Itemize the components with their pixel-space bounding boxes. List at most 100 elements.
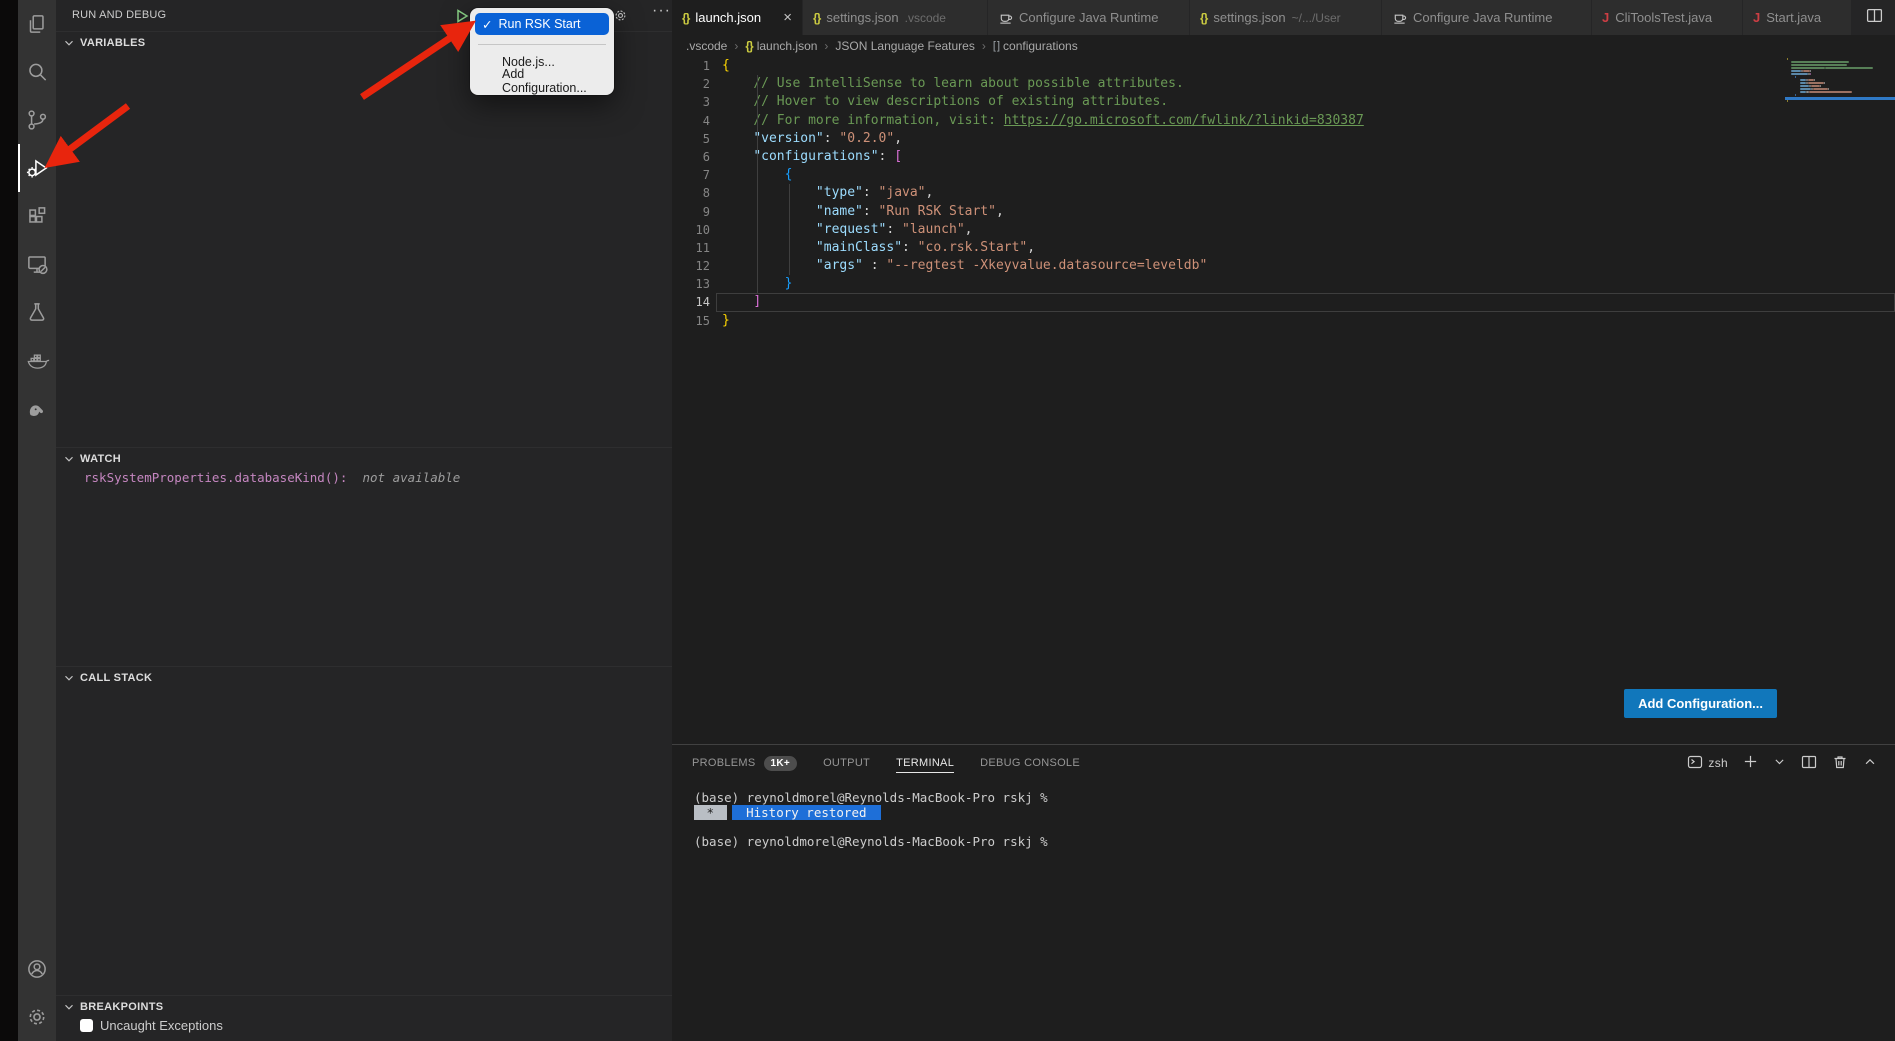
line-number[interactable]: 9 <box>672 203 710 221</box>
maximize-panel-chevron-icon[interactable] <box>1863 755 1877 772</box>
code-line[interactable]: 13 } <box>672 275 1895 293</box>
code-line[interactable]: 9 "name": "Run RSK Start", <box>672 203 1895 221</box>
code-line[interactable]: 2 // Use IntelliSense to learn about pos… <box>672 75 1895 93</box>
code-token <box>722 258 816 273</box>
kill-terminal-trash-icon[interactable] <box>1832 754 1848 773</box>
editor-tab-settings-json[interactable]: {}settings.json~/.../User <box>1190 0 1382 35</box>
breakpoint-row[interactable]: Uncaught Exceptions <box>80 1018 223 1033</box>
line-number[interactable]: 12 <box>672 257 710 275</box>
editor-tab-clitoolstest-java[interactable]: JCliToolsTest.java <box>1592 0 1743 35</box>
code-token: https://go.microsoft.com/fwlink/?linkid=… <box>1004 113 1364 128</box>
line-number[interactable]: 2 <box>672 75 710 93</box>
chevron-down-icon <box>62 671 76 685</box>
editor-tab-start-java[interactable]: JStart.java <box>1743 0 1852 35</box>
activity-item-docker[interactable] <box>18 336 56 384</box>
activity-item-testing[interactable] <box>18 288 56 336</box>
activity-item-search[interactable] <box>18 48 56 96</box>
cup-icon <box>1392 10 1407 25</box>
breadcrumb-item-launch-json[interactable]: {}launch.json <box>745 39 817 53</box>
section-label: CALL STACK <box>80 672 152 684</box>
terminal-line: (base) reynoldmorel@Reynolds-MacBook-Pro… <box>694 835 1895 850</box>
debug-settings-gear-icon[interactable] <box>612 7 629 29</box>
code-line[interactable]: 14 ] <box>672 293 1895 311</box>
dropdown-item-add-configuration[interactable]: Add Configuration... <box>475 71 609 90</box>
close-icon[interactable]: × <box>783 10 792 25</box>
code-line[interactable]: 8 "type": "java", <box>672 184 1895 202</box>
line-number[interactable]: 14 <box>672 293 710 311</box>
activity-item-source-control[interactable] <box>18 96 56 144</box>
debug-play-bug-icon <box>24 155 50 181</box>
code-token <box>722 94 753 109</box>
editor-tab-settings-json[interactable]: {}settings.json.vscode <box>803 0 988 35</box>
split-terminal-icon[interactable] <box>1801 754 1817 773</box>
code-token: : <box>863 258 886 273</box>
code-line[interactable]: 5 "version": "0.2.0", <box>672 130 1895 148</box>
minimap-token <box>1791 70 1800 72</box>
history-restored-badge: History restored <box>732 805 881 820</box>
activity-item-gradle[interactable] <box>18 384 56 432</box>
panel-tab-output[interactable]: OUTPUT <box>823 753 870 773</box>
activity-item-explorer[interactable] <box>18 0 56 48</box>
panel-tab-terminal[interactable]: TERMINAL <box>896 753 954 773</box>
code-line[interactable]: 6 "configurations": [ <box>672 148 1895 166</box>
line-number[interactable]: 13 <box>672 275 710 293</box>
watch-expression-row[interactable]: rskSystemProperties.databaseKind(): not … <box>84 470 460 485</box>
more-actions-icon[interactable]: ··· <box>652 2 671 20</box>
code-line[interactable]: 1{ <box>672 57 1895 75</box>
minimap-line <box>1787 79 1893 81</box>
section-header-watch[interactable]: WATCH <box>56 447 672 470</box>
line-number[interactable]: 4 <box>672 112 710 130</box>
activity-item-remote-explorer[interactable] <box>18 240 56 288</box>
shell-chip[interactable]: zsh <box>1687 754 1728 773</box>
terminal-star-badge: * <box>694 805 727 820</box>
editor-tab-configure-java-runtime[interactable]: Configure Java Runtime <box>1382 0 1592 35</box>
minimap[interactable] <box>1785 58 1895 138</box>
terminal-dropdown-chevron-icon[interactable] <box>1773 755 1786 771</box>
breadcrumb-item-vscode[interactable]: .vscode <box>686 39 727 53</box>
section-header-call-stack[interactable]: CALL STACK <box>56 666 672 689</box>
code-token: , <box>996 204 1004 219</box>
shell-label: zsh <box>1708 756 1728 770</box>
code-line[interactable]: 3 // Hover to view descriptions of exist… <box>672 93 1895 111</box>
editor-tab-launch-json[interactable]: {}launch.json× <box>672 0 803 35</box>
new-terminal-icon[interactable] <box>1743 754 1758 772</box>
activity-item-run-and-debug[interactable] <box>18 144 56 192</box>
breadcrumb-item-json-language-features[interactable]: JSON Language Features <box>835 39 974 53</box>
dropdown-selected-item[interactable]: ✓ Run RSK Start <box>475 13 609 35</box>
activity-item-accounts[interactable] <box>18 945 56 993</box>
code-line[interactable]: 15} <box>672 312 1895 330</box>
code-token: : <box>863 185 879 200</box>
activity-item-settings[interactable] <box>18 993 56 1041</box>
activity-item-extensions[interactable] <box>18 192 56 240</box>
line-number[interactable]: 3 <box>672 93 710 111</box>
indent-guide <box>757 75 758 293</box>
code-editor[interactable]: 1{2 // Use IntelliSense to learn about p… <box>672 57 1895 744</box>
line-number[interactable]: 10 <box>672 221 710 239</box>
line-number[interactable]: 6 <box>672 148 710 166</box>
debug-config-dropdown: ✓ Run RSK Start Node.js...Add Configurat… <box>470 8 614 95</box>
line-number[interactable]: 1 <box>672 57 710 75</box>
panel-tab-debug-console[interactable]: DEBUG CONSOLE <box>980 753 1080 773</box>
add-configuration-button[interactable]: Add Configuration... <box>1624 689 1777 718</box>
breakpoint-checkbox[interactable] <box>80 1019 93 1032</box>
account-icon <box>24 956 50 982</box>
code-line[interactable]: 12 "args" : "--regtest -Xkeyvalue.dataso… <box>672 257 1895 275</box>
minimap-token <box>1811 85 1819 87</box>
code-line[interactable]: 4 // For more information, visit: https:… <box>672 112 1895 130</box>
line-number[interactable]: 8 <box>672 184 710 202</box>
section-header-breakpoints[interactable]: BREAKPOINTS <box>56 995 672 1018</box>
breadcrumb-item-configurations[interactable]: [ ]configurations <box>993 39 1078 53</box>
code-line-text: "version": "0.2.0", <box>710 130 902 148</box>
editor-tab-configure-java-runtime[interactable]: Configure Java Runtime <box>988 0 1190 35</box>
line-number[interactable]: 15 <box>672 312 710 330</box>
start-debugging-button[interactable] <box>453 7 471 30</box>
line-number[interactable]: 7 <box>672 166 710 184</box>
panel-tab-problems[interactable]: PROBLEMS1K+ <box>692 752 797 775</box>
split-editor-icon[interactable] <box>1866 7 1883 29</box>
line-number[interactable]: 11 <box>672 239 710 257</box>
code-line[interactable]: 11 "mainClass": "co.rsk.Start", <box>672 239 1895 257</box>
line-number[interactable]: 5 <box>672 130 710 148</box>
code-line[interactable]: 10 "request": "launch", <box>672 221 1895 239</box>
code-line[interactable]: 7 { <box>672 166 1895 184</box>
terminal-output[interactable]: (base) reynoldmorel@Reynolds-MacBook-Pro… <box>672 781 1895 849</box>
